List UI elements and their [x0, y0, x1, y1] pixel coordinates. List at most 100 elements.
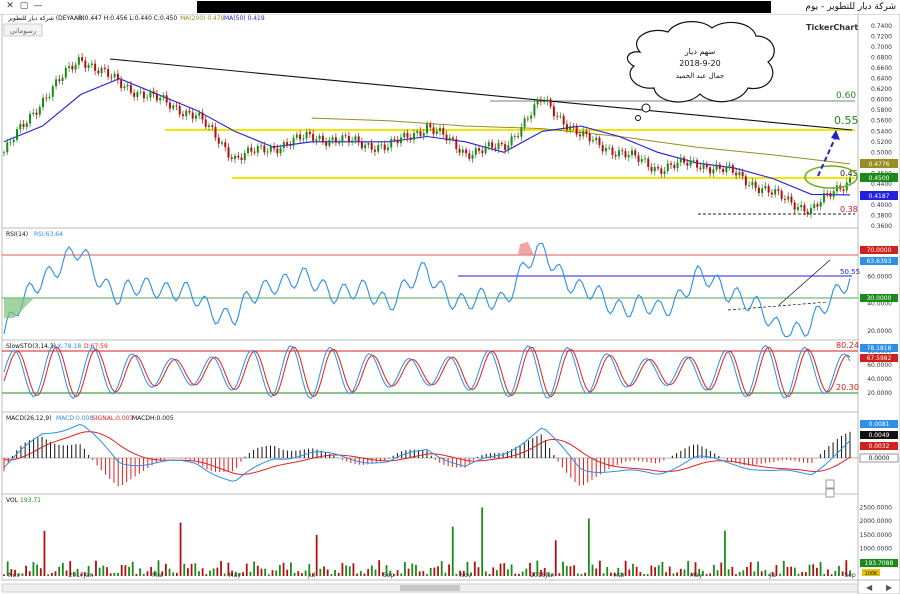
candle-body	[383, 144, 386, 150]
candle-body	[308, 131, 311, 135]
candle-body	[302, 138, 305, 140]
candle-body	[191, 112, 194, 119]
candle-body	[354, 136, 357, 141]
volume-bar	[646, 573, 649, 576]
panel-expand-button[interactable]	[825, 488, 835, 498]
volume-bar	[245, 563, 248, 576]
volume-bar	[793, 567, 796, 576]
stoch-tick-label: 60.0000	[867, 362, 892, 369]
panel-collapse-button[interactable]	[825, 479, 835, 489]
volume-bar	[709, 573, 712, 576]
volume-bar	[25, 565, 27, 576]
candle-body	[816, 204, 819, 207]
volume-bar	[3, 574, 5, 576]
macd-signal-value: SIGNAL:0.003	[92, 415, 134, 422]
candle-body	[819, 202, 822, 207]
volume-bar	[746, 566, 748, 576]
volume-bar	[790, 566, 793, 576]
candle-body	[699, 167, 702, 169]
candle-body	[334, 137, 337, 143]
nav-right-icon[interactable]: ▶	[886, 583, 893, 592]
volume-bar	[448, 564, 450, 576]
scrollbar-thumb[interactable]	[400, 585, 460, 591]
stoch-20-label: 20.30	[836, 383, 859, 392]
volume-bar	[569, 566, 572, 576]
candle-body	[614, 154, 617, 157]
candle-body	[71, 65, 74, 70]
candle-body	[796, 207, 799, 210]
volume-bar	[95, 560, 97, 576]
time-tick-label: Mar	[614, 572, 626, 579]
volume-bar	[716, 570, 719, 576]
volume-bar	[341, 563, 344, 576]
time-tick-label: Jul	[307, 572, 316, 579]
price-tick-label: 0.7400	[871, 23, 892, 30]
stoch-80-label: 80.24	[836, 341, 859, 350]
volume-bar	[323, 566, 325, 576]
macd-signal-box-value: 0.0032	[869, 443, 890, 450]
candle-body	[764, 186, 767, 189]
time-tick-label: Nov	[460, 572, 472, 579]
candle-body	[702, 164, 705, 169]
candle-body	[832, 191, 835, 197]
candle-body	[172, 105, 175, 109]
price-tick-label: 0.6000	[871, 97, 892, 104]
candle-body	[81, 57, 84, 61]
candle-body	[705, 164, 708, 168]
candle-body	[744, 176, 747, 186]
time-tick-label: Jul	[768, 572, 777, 579]
volume-bar	[113, 572, 116, 576]
candle-body	[754, 182, 757, 188]
nav-left-icon[interactable]: ◀	[866, 583, 873, 592]
volume-bar	[411, 563, 414, 576]
volume-bar	[598, 560, 601, 576]
candle-body	[575, 126, 578, 135]
candle-body	[484, 146, 487, 154]
candle-body	[604, 148, 607, 152]
macdh-value: MACDH:0.005	[132, 415, 174, 422]
candle-body	[517, 136, 520, 137]
candle-body	[175, 105, 178, 107]
maximize-icon[interactable]: ▢	[18, 1, 30, 12]
candle-body	[393, 139, 396, 140]
candle-body	[461, 149, 464, 153]
stock-chart[interactable]: شركة ديار للتطوير (DEYAAR) O:0.447 H:0.4…	[0, 14, 900, 594]
volume-bar	[738, 572, 741, 576]
macdh-box-value: 0.0049	[869, 432, 890, 439]
candle-body	[178, 106, 181, 115]
ma200-box-value: 0.4776	[869, 161, 890, 168]
candle-body	[367, 143, 370, 145]
volume-bar	[282, 562, 285, 576]
volume-bar	[201, 568, 204, 576]
candle-body	[146, 97, 149, 99]
rsi-value: RSI:63.64	[34, 231, 63, 238]
candle-body	[803, 205, 806, 212]
candle-body	[718, 164, 721, 169]
candle-body	[64, 67, 67, 78]
volume-bar	[602, 573, 605, 576]
volume-bar	[39, 568, 42, 576]
price-tick-label: 0.4000	[871, 202, 892, 209]
volume-bar	[267, 574, 270, 576]
candle-body	[627, 155, 630, 158]
time-tick-label: 2018Jan	[530, 572, 555, 579]
vol-tick-label: 2500.0000	[860, 504, 893, 511]
candle-body	[247, 147, 250, 154]
volume-bar	[190, 563, 193, 576]
volume-bar	[102, 565, 105, 576]
volume-bar	[510, 564, 513, 576]
volume-bar	[32, 562, 35, 576]
volume-bar	[720, 562, 723, 576]
volume-bar	[635, 566, 638, 576]
candle-body	[419, 131, 422, 136]
candle-body	[42, 97, 45, 108]
candle-body	[25, 123, 28, 127]
rsi-current-box-value: 63.6393	[867, 258, 892, 265]
volume-bar	[164, 563, 167, 576]
minimize-icon[interactable]: —	[32, 1, 44, 12]
candle-body	[474, 148, 477, 155]
close-icon[interactable]: ✕	[4, 1, 16, 12]
window-title: شركة ديار للتطوير - يوم	[805, 2, 896, 12]
candle-body	[227, 147, 230, 158]
candle-body	[445, 134, 448, 141]
